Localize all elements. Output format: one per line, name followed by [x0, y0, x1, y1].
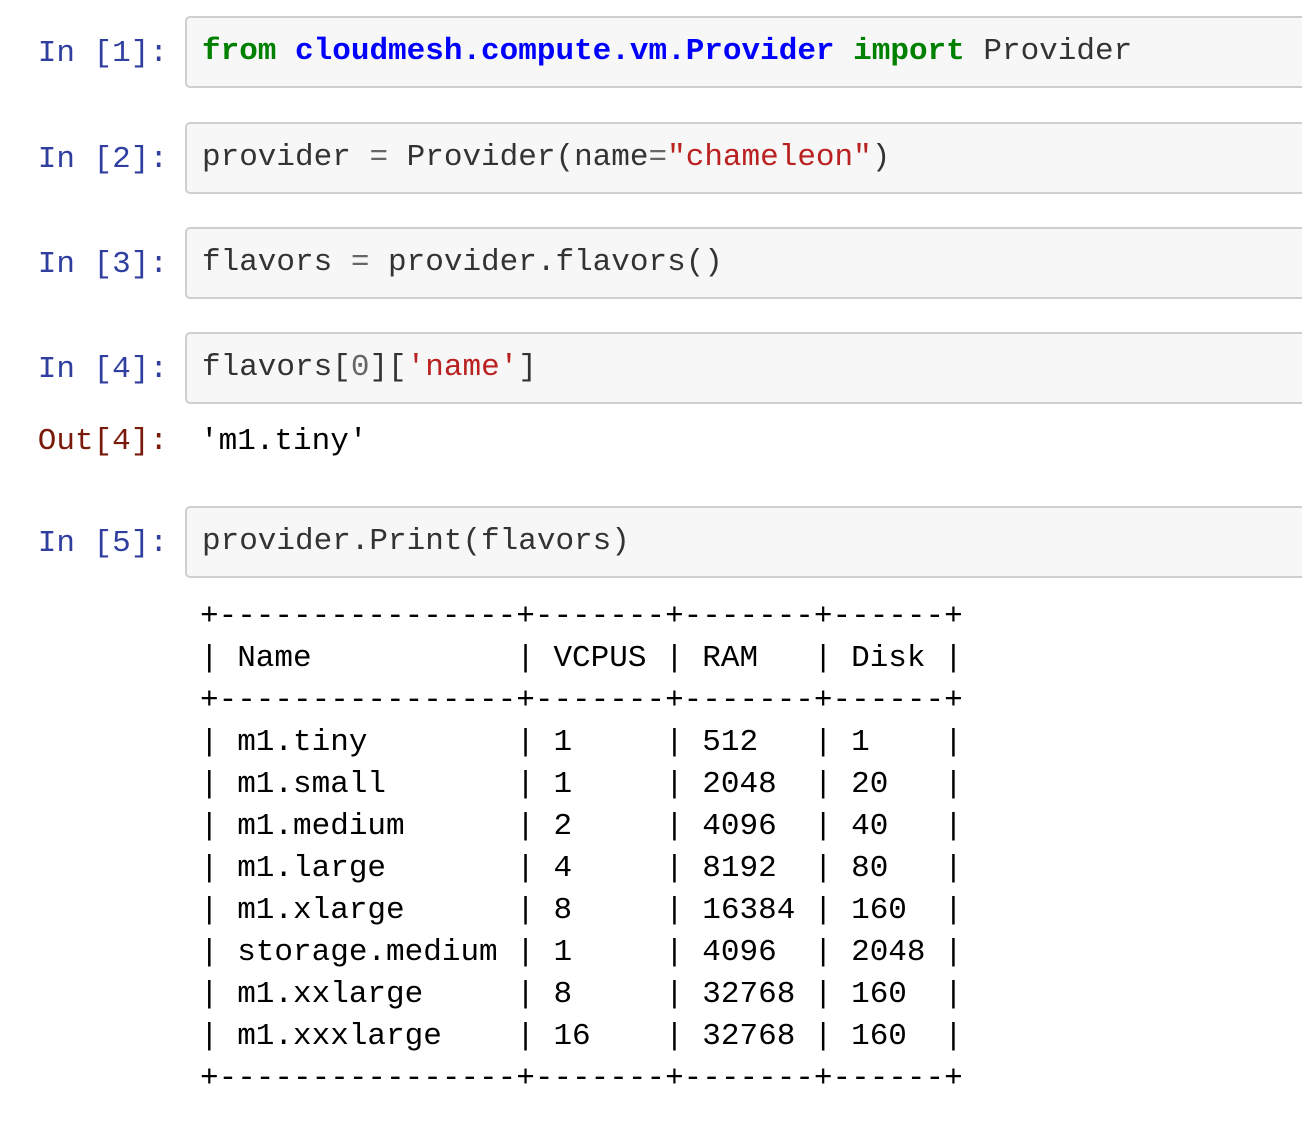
code-token: = — [648, 140, 668, 175]
cell-3-code[interactable]: flavors = provider.flavors() — [202, 245, 723, 281]
table-row: | m1.large | 4 | 8192 | 80 | — [200, 851, 963, 886]
code-token: provider.Print(flavors) — [202, 524, 630, 559]
table-border: +----------------+-------+-------+------… — [200, 1061, 963, 1096]
code-token: provider — [202, 140, 370, 175]
cell-4-output-text: 'm1.tiny' — [200, 424, 368, 459]
code-token: 'name' — [406, 350, 519, 385]
code-token: ][ — [369, 350, 407, 385]
table-row: | m1.medium | 2 | 4096 | 40 | — [200, 809, 963, 844]
cell-1-prompt: In [1]: — [37, 36, 168, 71]
table-row: | m1.xxlarge | 8 | 32768 | 160 | — [200, 977, 963, 1012]
table-row: | m1.small | 1 | 2048 | 20 | — [200, 767, 963, 802]
cell-5-prompt: In [5]: — [37, 526, 168, 561]
code-token: Provider — [964, 34, 1133, 69]
cell-3-input[interactable]: flavors = provider.flavors() — [185, 227, 1302, 299]
code-token: cloudmesh.compute.vm.Provider — [295, 34, 835, 69]
table-border: +----------------+-------+-------+------… — [200, 599, 963, 634]
code-token: = — [369, 140, 389, 175]
table-border: +----------------+-------+-------+------… — [200, 683, 963, 718]
cell-2-code[interactable]: provider = Provider(name="chameleon") — [202, 140, 890, 176]
code-token: from — [202, 34, 277, 69]
table-row: | m1.tiny | 1 | 512 | 1 | — [200, 725, 963, 760]
table-row: | storage.medium | 1 | 4096 | 2048 | — [200, 935, 963, 970]
cell-4-output-prompt: Out[4]: — [37, 424, 168, 459]
code-token: = — [350, 245, 370, 280]
cell-2-prompt: In [2]: — [37, 142, 168, 177]
code-token: flavors — [202, 245, 351, 280]
cell-1-input[interactable]: from cloudmesh.compute.vm.Provider impor… — [185, 16, 1302, 88]
code-token: ) — [871, 140, 891, 175]
cell-5-code[interactable]: provider.Print(flavors) — [202, 524, 630, 560]
cell-4-code[interactable]: flavors[0]['name'] — [202, 350, 537, 386]
cell-1-code[interactable]: from cloudmesh.compute.vm.Provider impor… — [202, 34, 1132, 70]
cell-5-input[interactable]: provider.Print(flavors) — [185, 506, 1302, 578]
cell-4-prompt: In [4]: — [37, 352, 168, 387]
cell-4-input[interactable]: flavors[0]['name'] — [185, 332, 1302, 404]
code-token: import — [853, 34, 965, 69]
code-token: flavors[ — [202, 350, 351, 385]
table-row: | m1.xxxlarge | 16 | 32768 | 160 | — [200, 1019, 963, 1054]
code-token: 0 — [350, 350, 370, 385]
code-token: ] — [518, 350, 537, 385]
cell-3-prompt: In [3]: — [37, 247, 168, 282]
code-token: provider.flavors() — [369, 245, 723, 280]
flavor-table-output: +----------------+-------+-------+------… — [200, 596, 963, 1100]
jupyter-notebook: In [1]: from cloudmesh.compute.vm.Provid… — [0, 0, 1302, 1140]
cell-2-input[interactable]: provider = Provider(name="chameleon") — [185, 122, 1302, 194]
code-token: Provider(name — [388, 140, 649, 175]
table-header-row: | Name | VCPUS | RAM | Disk | — [200, 641, 963, 676]
table-row: | m1.xlarge | 8 | 16384 | 160 | — [200, 893, 963, 928]
code-token: "chameleon" — [667, 140, 872, 175]
